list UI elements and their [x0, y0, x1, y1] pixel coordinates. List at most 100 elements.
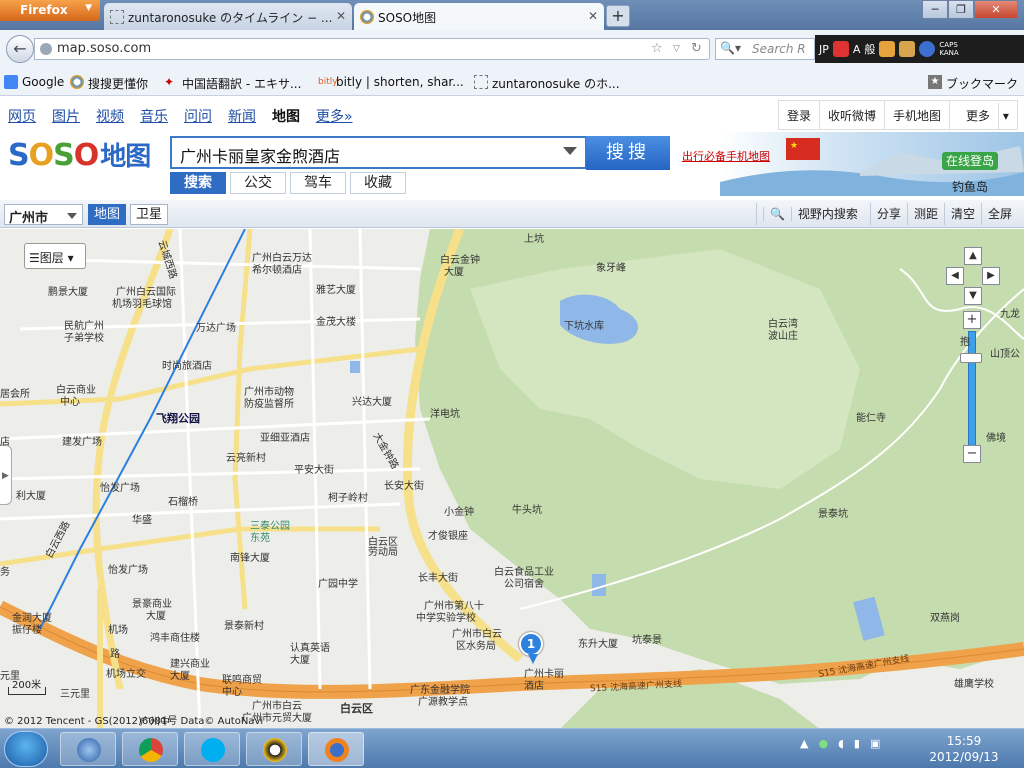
map-label: 白云湾 [768, 319, 798, 330]
nav-link-web[interactable]: 网页 [8, 106, 36, 126]
security-shield-icon[interactable]: ● [818, 737, 828, 750]
window-close-button[interactable]: ✕ [974, 0, 1018, 19]
search-in-view-button[interactable]: 🔍 视野内搜索 [755, 203, 870, 225]
map-label: 雅艺大厦 [316, 285, 356, 296]
bookmarks-menu[interactable]: ★ ブックマーク [928, 75, 1018, 92]
start-button[interactable] [4, 731, 48, 767]
map-label: 上坑 [524, 234, 544, 245]
bookmark-soso[interactable]: 搜搜更懂你 [70, 75, 148, 92]
map-canvas[interactable]: ☰图层 ▾ ▶ ▲ ◀ ▶ ▼ + − 上坑 广州白云万达 希尔顿酒店 白云金钟… [0, 229, 1024, 729]
close-icon[interactable]: ✕ [336, 9, 346, 23]
bookmark-bitly[interactable]: bitly bitly | shorten, shar... [318, 75, 464, 89]
zoom-out-button[interactable]: − [963, 445, 981, 463]
nav-link-wenwen[interactable]: 问问 [184, 106, 212, 126]
map-label: 大厦 [170, 671, 190, 682]
addon-orange-icon[interactable] [879, 41, 896, 57]
map-label: 利大厦 [16, 491, 46, 502]
close-icon[interactable]: ✕ [588, 9, 598, 23]
nav-link-map[interactable]: 地图 [272, 106, 300, 126]
measure-button[interactable]: 测距 [906, 203, 944, 225]
map-type-satellite[interactable]: 卫星 [130, 204, 168, 225]
map-label: 下坑水库 [564, 321, 604, 332]
maximize-button[interactable]: ❐ [948, 0, 974, 19]
tab-drive[interactable]: 驾车 [290, 172, 346, 194]
taskbar-app-thunderbird[interactable] [60, 732, 116, 766]
tab-favorites[interactable]: 收藏 [350, 172, 406, 194]
nav-link-images[interactable]: 图片 [52, 106, 80, 126]
zoom-in-button[interactable]: + [963, 311, 981, 329]
help-icon[interactable] [919, 41, 936, 57]
side-panel-toggle[interactable]: ▶ [0, 445, 12, 505]
share-button[interactable]: 分享 [869, 203, 907, 225]
clear-button[interactable]: 清空 [943, 203, 981, 225]
tab-bus[interactable]: 公交 [230, 172, 286, 194]
more-menu[interactable]: 更多 ▾ [950, 101, 1017, 129]
map-type-map[interactable]: 地图 [88, 204, 126, 225]
nav-link-more[interactable]: 更多» [316, 106, 353, 126]
nav-link-video[interactable]: 视频 [96, 106, 124, 126]
map-search-input[interactable]: 广州卡丽皇家金煦酒店 [170, 136, 587, 169]
map-label: 中心 [60, 397, 80, 408]
globe-icon [40, 43, 52, 55]
map-label: 建兴商业 [170, 659, 210, 670]
taskbar-app-skype[interactable] [184, 732, 240, 766]
show-hidden-icons-icon[interactable]: ▲ [800, 737, 808, 750]
jp-indicator[interactable]: JP [819, 43, 829, 56]
map-label: 三元里 [60, 689, 90, 700]
map-label: 白云金钟 [440, 255, 480, 266]
volume-icon[interactable]: ◖ [838, 737, 844, 750]
taskbar-app-chrome[interactable] [122, 732, 178, 766]
mobile-map-promo-link[interactable]: 出行必备手机地图 [682, 148, 770, 164]
nav-link-news[interactable]: 新闻 [228, 106, 256, 126]
soso-map-logo[interactable]: SOSO地图 [8, 136, 151, 173]
login-link[interactable]: 登录 [779, 101, 821, 129]
minimize-button[interactable]: ─ [922, 0, 948, 19]
back-button[interactable]: ← [6, 35, 34, 63]
tab-timeline[interactable]: zuntaronosuke のタイムライン − ... ✕ [104, 3, 352, 30]
bookmark-zuntaronosuke[interactable]: zuntaronosuke のホ... [474, 75, 620, 92]
tab-title: SOSO地图 [378, 11, 437, 25]
pan-down-button[interactable]: ▼ [964, 287, 982, 305]
fullscreen-button[interactable]: 全屏 [980, 203, 1018, 225]
zoom-slider-knob[interactable] [960, 353, 982, 363]
online-island-button[interactable]: 在线登岛 [942, 152, 998, 170]
pan-left-button[interactable]: ◀ [946, 267, 964, 285]
location-marker[interactable]: 1 [519, 632, 543, 664]
clock[interactable]: 15:59 2012/09/13 [918, 733, 1010, 765]
ime-a-indicator[interactable]: A [853, 43, 861, 56]
search-button[interactable]: 搜搜 [586, 136, 670, 170]
power-icon[interactable]: ▮ [854, 737, 860, 750]
bookmark-google[interactable]: Google [4, 75, 64, 89]
network-icon[interactable]: ▣ [870, 737, 880, 750]
star-icon[interactable]: ☆ [651, 41, 663, 56]
url-bar[interactable]: map.soso.com ☆ ▽ ↻ [34, 38, 710, 60]
tab-soso-map[interactable]: SOSO地图 ✕ [354, 3, 604, 30]
bookmark-excite[interactable]: ✦ 中国語翻訳 - エキサ... [164, 75, 301, 92]
nav-link-music[interactable]: 音乐 [140, 106, 168, 126]
new-tab-button[interactable]: + [606, 5, 630, 27]
tab-search[interactable]: 搜索 [170, 172, 226, 194]
pan-up-button[interactable]: ▲ [964, 247, 982, 265]
mobile-map-link[interactable]: 手机地图 [885, 101, 951, 129]
search-bar[interactable]: 🔍▾ Search R [715, 38, 815, 60]
chrome-icon [139, 738, 163, 762]
window-controls: ─ ❐ ✕ [922, 0, 1018, 19]
addon-box-icon[interactable] [899, 41, 916, 57]
page-icon [474, 75, 488, 89]
taskbar-app-firefox[interactable] [308, 732, 364, 766]
ime-kanji-indicator[interactable]: 般 [864, 41, 875, 57]
pan-right-button[interactable]: ▶ [982, 267, 1000, 285]
skype-icon [201, 738, 225, 762]
zoom-slider[interactable] [968, 331, 976, 461]
firefox-menu-button[interactable]: Firefox ▼ [0, 0, 100, 21]
dropdown-arrow-icon[interactable]: ▽ [673, 44, 680, 54]
reload-icon[interactable]: ↻ [691, 41, 702, 56]
map-label: 店 [0, 437, 10, 448]
taskbar-app-qq[interactable] [246, 732, 302, 766]
map-label: 山顶公 [990, 349, 1020, 360]
dropdown-arrow-icon[interactable] [563, 147, 577, 155]
city-selector[interactable]: 广州市 [4, 204, 83, 226]
weibo-link[interactable]: 收听微博 [820, 101, 886, 129]
addon-red-icon[interactable] [832, 41, 849, 57]
layers-button[interactable]: ☰图层 ▾ [24, 243, 86, 269]
